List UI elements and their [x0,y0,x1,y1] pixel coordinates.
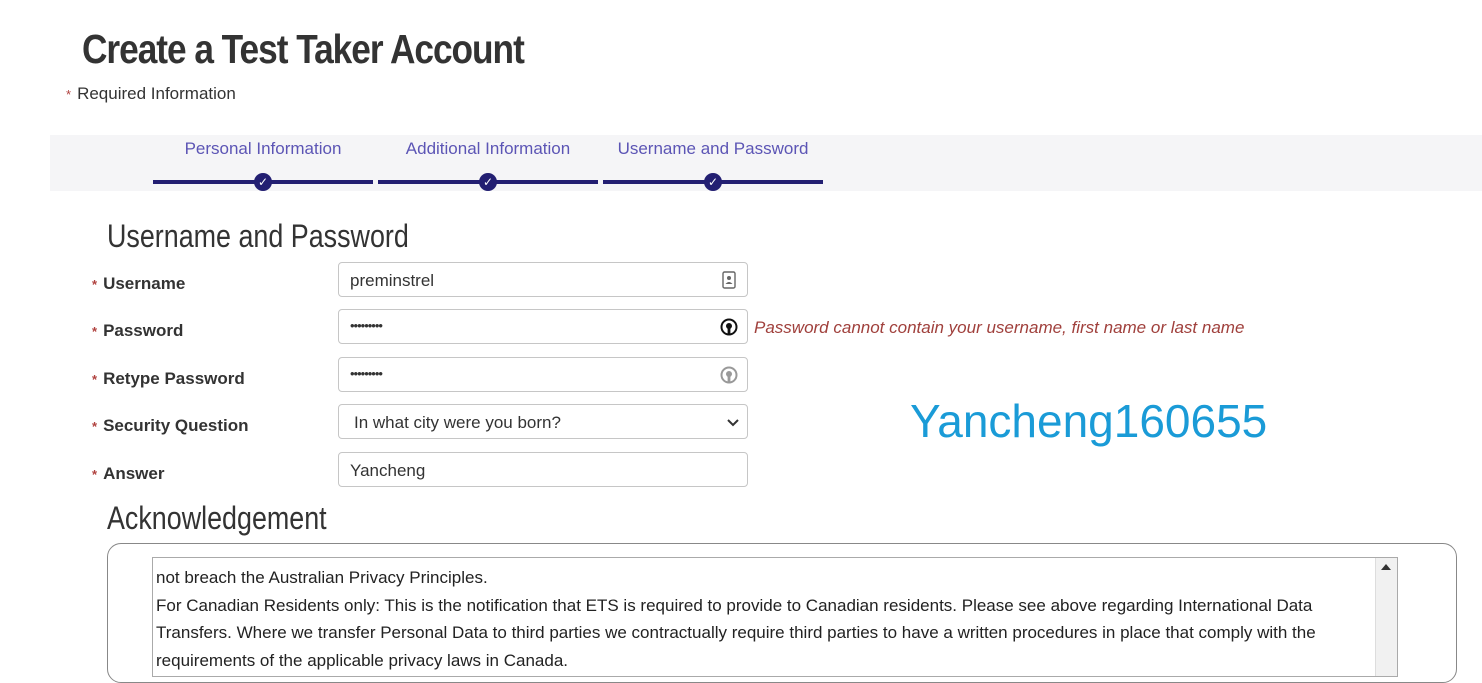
password-error-message: Password cannot contain your username, f… [754,318,1245,337]
page-title: Create a Test Taker Account [82,26,525,72]
required-star: * [92,419,98,434]
required-star: * [66,87,72,102]
answer-input[interactable]: Yancheng [338,452,748,487]
section-title-acknowledgement: Acknowledgement [107,500,327,536]
required-info-note: * Required Information [66,84,236,104]
chevron-down-icon [727,419,739,427]
username-input[interactable]: preminstrel [338,262,748,297]
scroll-up-arrow-icon[interactable] [1381,564,1391,570]
acknowledgement-paragraph: not breach the Australian Privacy Princi… [156,568,488,587]
checkmark-icon: ✓ [479,173,497,191]
security-question-selected: In what city were you born? [354,413,561,432]
step-username-and-password[interactable]: Username and Password ✓ [603,135,823,191]
required-star: * [92,372,98,387]
step-label: Personal Information [184,139,342,158]
username-value: preminstrel [350,271,435,290]
required-star: * [92,467,98,482]
acknowledgement-scrollbar[interactable] [1375,558,1397,676]
checkmark-icon: ✓ [704,173,722,191]
checkmark-icon: ✓ [254,173,272,191]
security-question-label: * Security Question [92,416,249,435]
section-title-username-password: Username and Password [107,218,409,254]
required-info-label: Required Information [77,84,236,103]
step-label: Additional Information [405,139,571,158]
step-label: Username and Password [617,139,809,158]
security-question-select[interactable]: In what city were you born? [338,404,748,439]
acknowledgement-paragraph: For Canadian Residents only: This is the… [156,595,1316,670]
progress-steps: Personal Information ✓ Additional Inform… [50,135,1482,191]
password-reveal-icon[interactable] [719,365,739,385]
retype-password-input[interactable]: ••••••••• [338,357,748,392]
overlay-text: Yancheng160655 [910,395,1268,447]
retype-password-label: * Retype Password [92,369,245,388]
password-masked-value: ••••••••• [350,318,383,333]
password-label: * Password [92,321,184,340]
step-additional-information[interactable]: Additional Information ✓ [378,135,598,191]
answer-label: * Answer [92,464,165,483]
step-personal-information[interactable]: Personal Information ✓ [153,135,373,191]
password-input[interactable]: ••••••••• [338,309,748,344]
acknowledgement-textarea[interactable]: not breach the Australian Privacy Princi… [152,557,1398,677]
contact-card-icon[interactable] [719,270,739,290]
username-label: * Username [92,274,186,293]
required-star: * [92,324,98,339]
answer-value: Yancheng [350,461,426,480]
required-star: * [92,277,98,292]
retype-password-masked-value: ••••••••• [350,366,383,381]
password-reveal-icon[interactable] [719,317,739,337]
